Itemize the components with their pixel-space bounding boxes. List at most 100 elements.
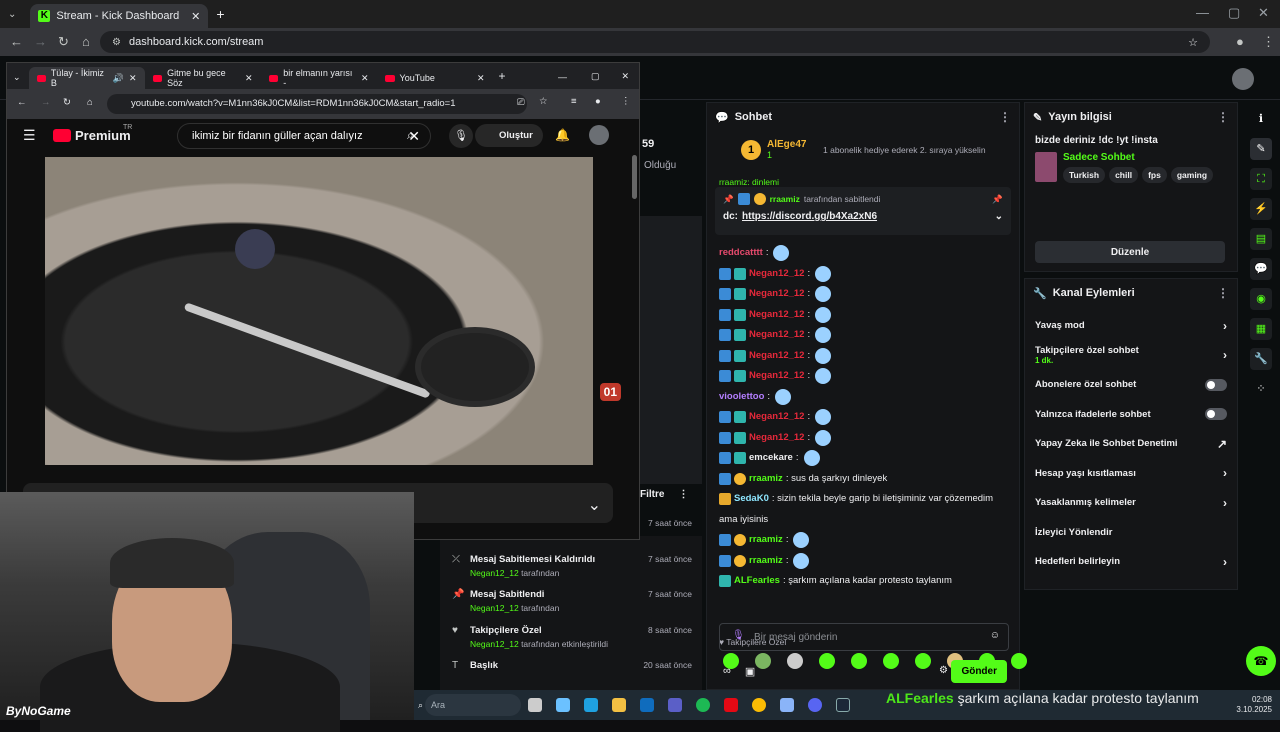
chat-message[interactable]: Negan12_12: <box>707 407 1019 428</box>
info-icon[interactable]: ℹ <box>1250 108 1272 130</box>
chat-settings-icon[interactable]: ⚙ <box>939 665 948 676</box>
close-tab-icon[interactable]: ✕ <box>245 73 253 84</box>
task-view-icon[interactable] <box>528 698 543 712</box>
menu-kebab-icon[interactable]: ⋮ <box>621 96 631 107</box>
chat-message[interactable]: ama iyisinis <box>707 510 1019 531</box>
channel-action-row[interactable]: Hesap yaşı kısıtlaması › <box>1025 459 1237 489</box>
more-icon[interactable]: ⁘ <box>1250 378 1272 400</box>
home-icon[interactable]: ⌂ <box>82 34 90 49</box>
voice-search-icon[interactable]: 🎙 <box>449 124 473 148</box>
channel-action-row[interactable]: İzleyici Yönlendir <box>1025 518 1237 548</box>
layout-icon[interactable]: ▦ <box>1250 318 1272 340</box>
chat-input[interactable]: 🎙 Bir mesaj gönderin ☺ <box>719 623 1009 651</box>
emote-icon[interactable] <box>883 653 899 669</box>
reload-icon[interactable]: ↻ <box>58 34 69 50</box>
emote-icon[interactable] <box>851 653 867 669</box>
home-icon[interactable]: ⌂ <box>87 97 93 108</box>
menu-kebab-icon[interactable]: ⋮ <box>1262 34 1275 50</box>
activity-filter[interactable]: Filtre ⋮ <box>640 489 688 500</box>
chat-message[interactable]: Negan12_12: <box>707 428 1019 449</box>
emote-icon[interactable] <box>787 653 803 669</box>
spotify-icon[interactable] <box>696 698 711 712</box>
cast-icon[interactable]: ⎚ <box>517 97 525 108</box>
inner-tab-gitme[interactable]: Gitme bu gece Söz ✕ <box>145 67 261 89</box>
close-tab-icon[interactable]: ✕ <box>477 73 485 84</box>
pinned-message[interactable]: 📌 rraamiz tarafından sabitlendi 📌 dc: ht… <box>715 187 1011 235</box>
inner-tab-youtube[interactable]: YouTube ✕ <box>377 67 493 89</box>
send-button[interactable]: Gönder <box>951 660 1007 683</box>
steam-icon[interactable] <box>836 698 851 712</box>
site-info-icon[interactable]: ⚙ <box>112 37 121 48</box>
chat-username[interactable]: vioolettoo <box>719 387 764 408</box>
back-icon[interactable]: ← <box>10 34 23 49</box>
chat-icon[interactable]: 💬 <box>1250 258 1272 280</box>
mic-icon[interactable]: 🎙 <box>732 630 745 641</box>
chat-username[interactable]: Negan12_12 <box>749 284 804 305</box>
tag-chip[interactable]: chill <box>1109 167 1139 183</box>
close-window-icon[interactable]: ✕ <box>611 71 639 89</box>
notifications-icon[interactable]: 🔔 <box>555 128 570 142</box>
emote-icon[interactable] <box>819 653 835 669</box>
hamburger-menu-icon[interactable]: ☰ <box>23 127 36 144</box>
pinned-discord-link[interactable]: https://discord.gg/b4Xa2xN6 <box>742 211 877 222</box>
chat-message[interactable]: Negan12_12: <box>707 366 1019 387</box>
channel-action-row[interactable]: Takipçilere özel sohbet 1 dk. › <box>1025 341 1237 371</box>
category-name[interactable]: Sadece Sohbet <box>1063 152 1213 163</box>
outlook-icon[interactable] <box>640 698 655 712</box>
channel-action-row[interactable]: Abonelere özel sohbet <box>1025 370 1237 400</box>
edit-stream-info-button[interactable]: Düzenle <box>1035 241 1225 263</box>
tool-icon[interactable]: 🔧 <box>1250 348 1272 370</box>
forward-icon[interactable]: → <box>34 34 47 49</box>
user-avatar[interactable] <box>1232 68 1254 90</box>
activity-item[interactable]: ♥ Takipçilere Özel Negan12_12 tarafından e… <box>440 619 702 655</box>
store-icon[interactable]: ▣ <box>745 665 755 678</box>
outer-tab-kick-dashboard[interactable]: K Stream - Kick Dashboard ✕ <box>30 4 209 28</box>
search-icon[interactable]: ⌕ <box>407 128 414 143</box>
channel-action-row[interactable]: Yasaklanmış kelimeler › <box>1025 488 1237 518</box>
close-window-icon[interactable]: ✕ <box>1258 5 1269 21</box>
chat-username[interactable]: rraamiz <box>749 530 783 551</box>
chat-username[interactable]: Negan12_12 <box>749 346 804 367</box>
chat-message[interactable]: emcekare: <box>707 448 1019 469</box>
chat-message[interactable]: Negan12_12: <box>707 325 1019 346</box>
forward-icon[interactable]: → <box>41 97 51 108</box>
chat-message[interactable]: reddcatttt: <box>707 243 1019 264</box>
toggle-switch[interactable] <box>1205 378 1227 391</box>
chat-message[interactable]: Negan12_12: <box>707 284 1019 305</box>
activity-item[interactable]: ⤫ Mesaj Sabitlemesi Kaldırıldı Negan12_12 … <box>440 548 702 584</box>
chat-username[interactable]: rraamiz <box>749 469 783 490</box>
account-avatar[interactable] <box>589 125 609 145</box>
chat-message[interactable]: vioolettoo: <box>707 387 1019 408</box>
clipboard-icon[interactable]: ▤ <box>1250 228 1272 250</box>
close-tab-icon[interactable]: ✕ <box>129 73 137 84</box>
profile-icon[interactable]: ● <box>595 96 601 107</box>
bookmark-star-icon[interactable]: ☆ <box>539 96 548 107</box>
pinned-by-user[interactable]: rraamiz <box>770 194 800 204</box>
new-tab-icon[interactable]: + <box>216 6 224 22</box>
channel-action-row[interactable]: Yapay Zeka ile Sohbet Denetimi ↗ <box>1025 429 1237 459</box>
new-tab-icon[interactable]: + <box>493 69 514 89</box>
expand-pinned-icon[interactable]: ⌄ <box>995 211 1003 222</box>
emote-icon[interactable] <box>1011 653 1027 669</box>
chat-message[interactable]: rraamiz: sus da şarkıyı dinleyek <box>707 469 1019 490</box>
chat-username[interactable]: Negan12_12 <box>749 305 804 326</box>
inner-url-field[interactable]: youtube.com/watch?v=M1nn36kJ0CM&list=RDM… <box>107 94 527 114</box>
chat-username[interactable]: ALFearles <box>734 571 780 592</box>
minimize-icon[interactable]: — <box>546 72 579 89</box>
filter-menu-icon[interactable]: ⋮ <box>678 489 688 500</box>
chat-message[interactable]: rraamiz: <box>707 530 1019 551</box>
clip-icon[interactable]: ⛶ <box>1250 168 1272 190</box>
minimize-icon[interactable]: — <box>1196 5 1209 20</box>
support-icon[interactable]: ☎ <box>1246 646 1276 676</box>
teams-icon[interactable] <box>668 698 683 712</box>
chat-message[interactable]: ALFearles: şarkım açılana kadar protesto… <box>707 571 1019 592</box>
activity-user[interactable]: Negan12_12 <box>470 603 519 613</box>
inner-tab-tulay[interactable]: Tülay - İkimiz B 🔊 ✕ <box>28 67 145 89</box>
chat-username[interactable]: Negan12_12 <box>749 428 804 449</box>
chat-message[interactable]: Negan12_12: <box>707 346 1019 367</box>
chat-menu-icon[interactable]: ⋮ <box>999 110 1011 124</box>
discord-icon[interactable] <box>808 698 823 712</box>
edge-icon[interactable] <box>584 698 599 712</box>
back-icon[interactable]: ← <box>17 97 27 108</box>
activity-item[interactable]: 📌 Mesaj Sabitlendi Negan12_12 tarafından 7 … <box>440 583 702 619</box>
